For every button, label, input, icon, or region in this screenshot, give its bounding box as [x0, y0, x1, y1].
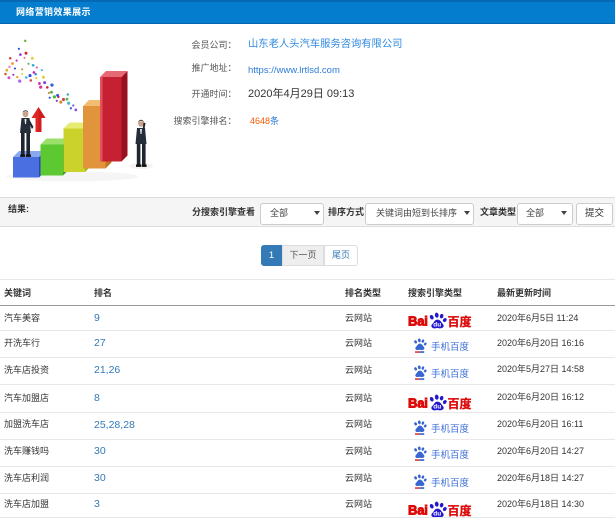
svg-text:Bai: Bai: [408, 396, 428, 411]
svg-text:du: du: [433, 321, 441, 328]
svg-text:手机百度: 手机百度: [431, 474, 470, 488]
svg-text:手机百度: 手机百度: [431, 339, 470, 353]
svg-text:手机百度: 手机百度: [431, 421, 470, 435]
svg-text:百度: 百度: [448, 395, 472, 412]
svg-text:手机百度: 手机百度: [431, 366, 470, 380]
svg-text:Bai: Bai: [408, 313, 428, 328]
svg-text:Bai: Bai: [408, 502, 428, 517]
svg-text:百度: 百度: [448, 313, 472, 330]
svg-text:手机百度: 手机百度: [431, 447, 470, 461]
svg-text:du: du: [433, 404, 441, 411]
